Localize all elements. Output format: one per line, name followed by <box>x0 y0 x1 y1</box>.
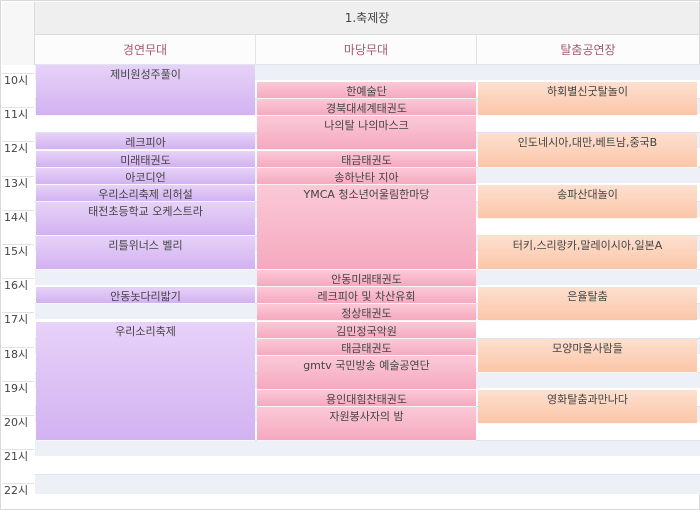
hour-label: 18시 <box>4 347 29 361</box>
event-title: 나의탈 나의마스크 <box>324 119 409 133</box>
event-title: 태전초등학교 오케스트라 <box>88 204 203 218</box>
hour-label: 11시 <box>4 108 29 122</box>
event-block[interactable]: 한예술단 <box>257 82 476 100</box>
event-block[interactable]: 안동놋다리밟기 <box>36 287 255 305</box>
event-block[interactable]: 용인대힘찬태권도 <box>257 389 476 407</box>
event-title: YMCA 청소년어울림한마당 <box>303 187 430 201</box>
event-title: 한예술단 <box>346 85 387 99</box>
hour-label: 16시 <box>4 279 29 293</box>
event-block[interactable]: 리틀위너스 벨리 <box>36 236 255 271</box>
event-title: 하회별신굿탈놀이 <box>547 85 628 99</box>
event-title: 안동미래태권도 <box>331 273 402 287</box>
event-block[interactable]: 송파산대놀이 <box>478 184 697 219</box>
hour-label: 10시 <box>4 74 29 87</box>
event-title: 미래태권도 <box>120 153 171 167</box>
event-title: 모양마을사람들 <box>552 341 623 355</box>
event-block[interactable]: 아코디언 <box>36 167 255 185</box>
hour-label: 12시 <box>4 142 29 156</box>
event-title: 레크피아 <box>125 136 166 150</box>
hour-label: 22시 <box>4 484 29 498</box>
event-block[interactable]: 우리소리축제 <box>36 321 255 442</box>
event-block[interactable]: 레크피아 <box>36 133 255 151</box>
event-block[interactable]: 자원봉사자의 밤 <box>257 407 476 442</box>
event-title: 터키,스리랑카,말레이시아,일본A <box>512 239 663 252</box>
event-title: 태금태권도 <box>341 341 392 355</box>
event-title: 아코디언 <box>125 170 166 184</box>
event-block[interactable]: 우리소리축제 리허설 <box>36 184 255 202</box>
hour-row <box>2 474 700 495</box>
event-block[interactable]: gmtv 국민방송 예술공연단 <box>257 355 476 390</box>
venue-title: 1.축제장 <box>35 2 699 35</box>
event-title: 김민정국악원 <box>336 324 397 338</box>
event-title: 인도네시아,대만,베트남,중국B <box>517 136 658 150</box>
event-title: 자원봉사자의 밤 <box>329 410 404 423</box>
hour-label: 21시 <box>4 450 29 464</box>
event-title: 태금태권도 <box>341 153 392 167</box>
event-title: 경북대세계태권도 <box>326 102 407 116</box>
event-block[interactable]: 하회별신굿탈놀이 <box>478 82 697 117</box>
event-title: 리틀위너스 벨리 <box>108 239 183 252</box>
event-block[interactable]: 태전초등학교 오케스트라 <box>36 201 255 236</box>
event-title: 은율탈춤 <box>567 290 608 304</box>
event-title: 레크피아 및 차산유회 <box>317 290 416 304</box>
event-title: 안동놋다리밟기 <box>110 290 181 304</box>
event-block[interactable]: 영화탈춤과만나다 <box>478 389 697 425</box>
event-block[interactable]: 레크피아 및 차산유회 <box>257 287 476 305</box>
event-block[interactable]: 태금태권도 <box>257 150 476 168</box>
event-title: 용인대힘찬태권도 <box>326 392 407 406</box>
stage-header-madang: 마당무대 <box>256 35 477 65</box>
event-block[interactable]: 미래태권도 <box>36 150 255 168</box>
schedule-table: 1.축제장 경연무대 마당무대 탈춤공연장 10시 11시 12시 13시 14시 15시… <box>0 0 700 510</box>
hour-label: 13시 <box>4 176 29 190</box>
event-title: 우리소리축제 <box>115 324 176 338</box>
event-block[interactable]: 모양마을사람들 <box>478 338 697 373</box>
event-block[interactable]: 김민정국악원 <box>257 321 476 339</box>
event-block[interactable]: 인도네시아,대만,베트남,중국B <box>478 133 697 168</box>
event-title: 송하난타 지아 <box>334 170 399 184</box>
event-block[interactable]: 터키,스리랑카,말레이시아,일본A <box>478 236 697 271</box>
stage-header-contest: 경연무대 <box>35 35 256 65</box>
event-title: 제비원성주풀이 <box>110 68 181 81</box>
hour-label: 14시 <box>4 210 29 224</box>
hour-row <box>2 440 700 475</box>
hour-label: 15시 <box>4 245 29 258</box>
hour-label: 17시 <box>4 313 29 327</box>
event-block[interactable]: YMCA 청소년어울림한마당 <box>257 184 476 271</box>
hour-label: 20시 <box>4 416 29 429</box>
event-title: 송파산대놀이 <box>557 187 618 201</box>
event-block[interactable]: 송하난타 지아 <box>257 167 476 185</box>
event-block[interactable]: 정상태권도 <box>257 304 476 322</box>
event-title: gmtv 국민방송 예술공연단 <box>303 358 430 372</box>
event-block[interactable]: 제비원성주풀이 <box>36 65 255 117</box>
event-block[interactable]: 경북대세계태권도 <box>257 99 476 117</box>
event-title: 정상태권도 <box>341 307 392 321</box>
stage-header-talchum: 탈춤공연장 <box>477 35 699 65</box>
event-block[interactable]: 은율탈춤 <box>478 287 697 322</box>
event-block[interactable]: 나의탈 나의마스크 <box>257 116 476 151</box>
table-corner <box>2 2 35 65</box>
event-block[interactable]: 안동미래태권도 <box>257 270 476 288</box>
event-title: 우리소리축제 리허설 <box>98 187 193 201</box>
event-title: 영화탈춤과만나다 <box>547 392 628 406</box>
hour-label: 19시 <box>4 381 29 395</box>
event-block[interactable]: 태금태권도 <box>257 338 476 356</box>
